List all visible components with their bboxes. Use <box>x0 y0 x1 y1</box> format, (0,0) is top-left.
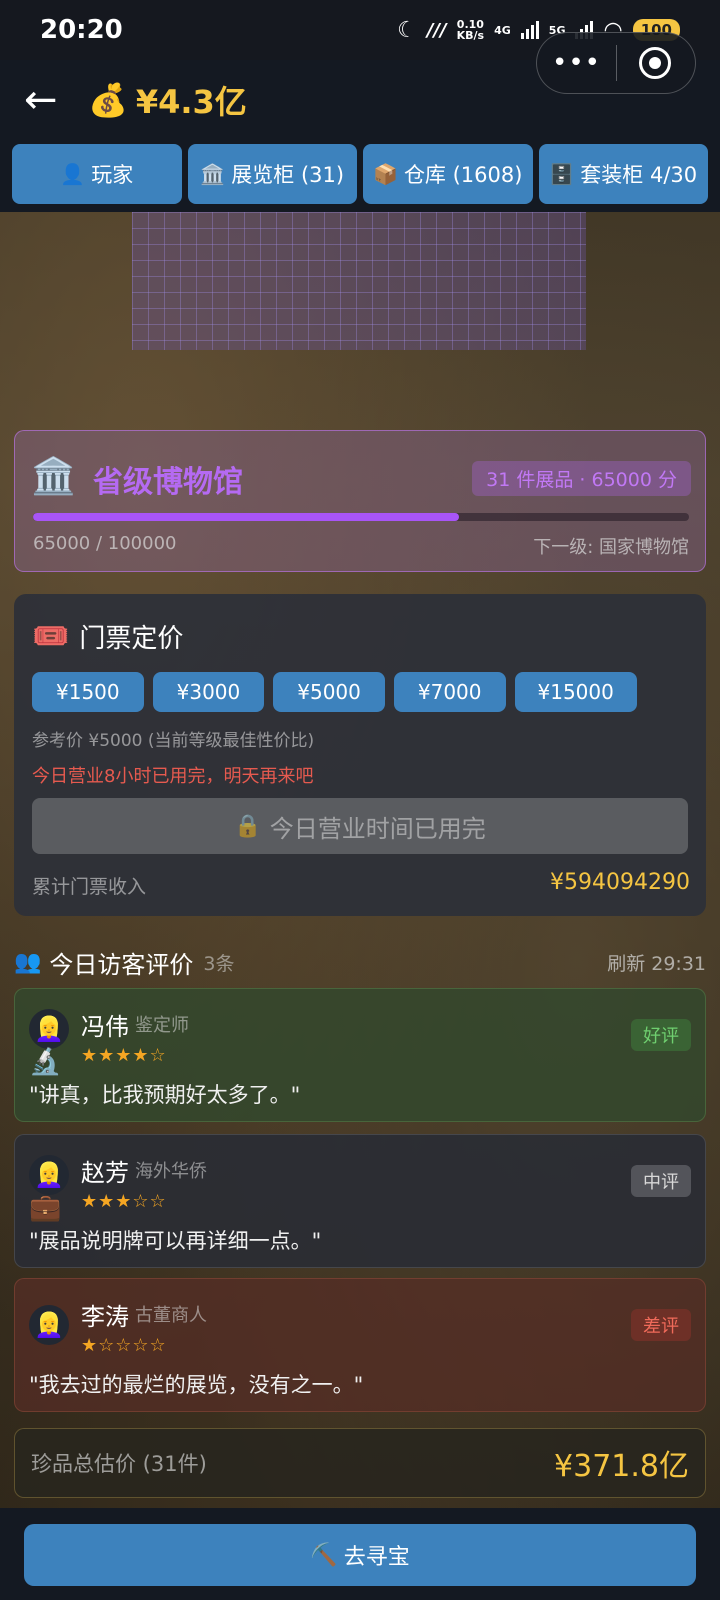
open-business-label: 今日营业时间已用完 <box>269 814 486 843</box>
reviewer-role: 古董商人 <box>135 1305 207 1326</box>
tab-showcase[interactable]: 🏛️ 展览柜 (31) <box>187 144 357 204</box>
review-card: 👱‍♀️ 💼 赵芳 海外华侨 ★★★☆☆ 中评 "展品说明牌可以再详细一点。" <box>14 1134 706 1268</box>
price-button[interactable]: ¥1500 <box>32 672 144 712</box>
exhibit-grid[interactable] <box>132 212 586 350</box>
review-quote: "我去过的最烂的展览，没有之一。" <box>29 1373 364 1397</box>
bottom-bar: ⛏️ 去寻宝 <box>0 1508 720 1600</box>
ticket-income-value: ¥594094290 <box>550 870 690 895</box>
tab-label: 套装柜 4/30 <box>580 163 698 187</box>
pickaxe-icon: ⛏️ <box>310 1542 338 1568</box>
open-business-button[interactable]: 🔒 今日营业时间已用完 <box>32 798 688 854</box>
tab-warehouse[interactable]: 📦 仓库 (1608) <box>363 144 533 204</box>
cabinet-icon: 🗄️ <box>549 162 575 186</box>
treasure-hunt-label: 去寻宝 <box>343 1545 410 1570</box>
ticket-warning: 今日营业8小时已用完，明天再来吧 <box>32 766 314 787</box>
back-arrow-icon[interactable]: ← <box>24 77 84 123</box>
tab-player[interactable]: 👤 玩家 <box>12 144 182 204</box>
signal-4g-label: 4G <box>494 23 511 37</box>
reviewer-name: 冯伟 <box>81 1013 129 1041</box>
net-speed-unit: KB/s <box>456 29 485 42</box>
mini-program-capsule: ••• <box>536 32 696 94</box>
total-valuation-card: 珍品总估价 (31件) ¥371.8亿 <box>14 1428 706 1498</box>
ticket-reference-price: 参考价 ¥5000 (当前等级最佳性价比) <box>32 731 315 751</box>
ticket-pricing-card: 🎟️ 门票定价 ¥1500 ¥3000 ¥5000 ¥7000 ¥15000 参… <box>14 594 706 916</box>
visitor-reviews-header: 👥 今日访客评价 3条 刷新 29:31 <box>14 944 706 980</box>
avatar: 👱‍♀️ <box>29 1009 69 1049</box>
status-time: 20:20 <box>40 15 123 45</box>
tab-label: 展览柜 (31) <box>231 163 345 187</box>
review-quote: "展品说明牌可以再详细一点。" <box>29 1229 322 1253</box>
ticket-header: 🎟️ 门票定价 <box>32 618 183 655</box>
avatar: 👱‍♀️ <box>29 1305 69 1345</box>
money-balance: ¥4.3亿 <box>135 83 247 121</box>
capsule-divider <box>616 45 617 81</box>
star-rating: ★★★★☆ <box>81 1045 167 1066</box>
review-card: 👱‍♀️ 🔬 冯伟 鉴定师 ★★★★☆ 好评 "讲真，比我预期好太多了。" <box>14 988 706 1122</box>
tab-label: 玩家 <box>91 163 134 187</box>
museum-progress-text: 65000 / 100000 <box>33 533 177 554</box>
price-button[interactable]: ¥15000 <box>514 672 637 712</box>
museum-score-badge: 31 件展品 · 65000 分 <box>472 461 691 496</box>
reviewer-role: 海外华侨 <box>135 1161 207 1182</box>
more-options-icon[interactable]: ••• <box>537 48 616 78</box>
reviewer-name: 赵芳 <box>81 1159 129 1187</box>
museum-level-card: 🏛️ 省级博物馆 31 件展品 · 65000 分 65000 / 100000… <box>14 430 706 572</box>
ticket-income-label: 累计门票收入 <box>32 876 147 898</box>
review-badge: 中评 <box>631 1165 691 1197</box>
refresh-timer: 刷新 29:31 <box>607 952 706 975</box>
price-options: ¥1500 ¥3000 ¥5000 ¥7000 ¥15000 <box>32 672 637 712</box>
visitor-reviews-count: 3条 <box>203 952 235 975</box>
price-button[interactable]: ¥7000 <box>393 672 506 712</box>
review-quote: "讲真，比我预期好太多了。" <box>29 1083 301 1107</box>
price-button[interactable]: ¥3000 <box>152 672 265 712</box>
visitor-reviews-title: 今日访客评价 <box>49 950 194 979</box>
museum-icon: 🏛️ <box>31 456 76 497</box>
tab-bar: 👤 玩家 🏛️ 展览柜 (31) 📦 仓库 (1608) 🗄️ 套装柜 4/30 <box>0 140 720 212</box>
star-rating: ★☆☆☆☆ <box>81 1335 167 1356</box>
ticket-title: 门票定价 <box>79 624 184 654</box>
museum-icon: 🏛️ <box>200 162 226 186</box>
microscope-icon: 🔬 <box>29 1047 62 1077</box>
museum-progress-bar <box>33 513 689 521</box>
reviewer-role: 鉴定师 <box>135 1015 189 1036</box>
briefcase-icon: 💼 <box>29 1193 62 1223</box>
net-speed: 0.10 KB/s <box>457 19 484 41</box>
ticket-icon: 🎟️ <box>32 619 70 654</box>
treasure-hunt-button[interactable]: ⛏️ 去寻宝 <box>24 1524 696 1586</box>
total-valuation-label: 珍品总估价 (31件) <box>31 1452 207 1476</box>
money-bag-icon: 💰 <box>88 81 128 119</box>
star-rating: ★★★☆☆ <box>81 1191 167 1212</box>
package-icon: 📦 <box>373 162 398 186</box>
museum-level-title: 省级博物馆 <box>93 465 243 500</box>
tab-label: 仓库 (1608) <box>403 163 523 187</box>
review-badge: 好评 <box>631 1019 691 1051</box>
hd-icon: /// <box>426 19 447 41</box>
signal-4g-icon <box>520 21 539 39</box>
review-badge: 差评 <box>631 1309 691 1341</box>
price-button[interactable]: ¥5000 <box>273 672 385 712</box>
total-valuation-value: ¥371.8亿 <box>554 1449 689 1484</box>
lock-icon: 🔒 <box>234 813 262 839</box>
museum-next-level: 下一级: 国家博物馆 <box>533 537 689 558</box>
people-icon: 👥 <box>14 949 42 975</box>
review-card: 👱‍♀️ 李涛 古董商人 ★☆☆☆☆ 差评 "我去过的最烂的展览，没有之一。" <box>14 1278 706 1412</box>
tab-set-cabinet[interactable]: 🗄️ 套装柜 4/30 <box>538 144 708 204</box>
avatar: 👱‍♀️ <box>29 1155 69 1195</box>
reviewer-name: 李涛 <box>81 1303 129 1331</box>
moon-icon: ☾ <box>397 17 417 43</box>
museum-progress-fill <box>33 513 460 521</box>
close-mini-program-icon[interactable] <box>639 47 671 79</box>
player-icon: 👤 <box>60 162 86 186</box>
